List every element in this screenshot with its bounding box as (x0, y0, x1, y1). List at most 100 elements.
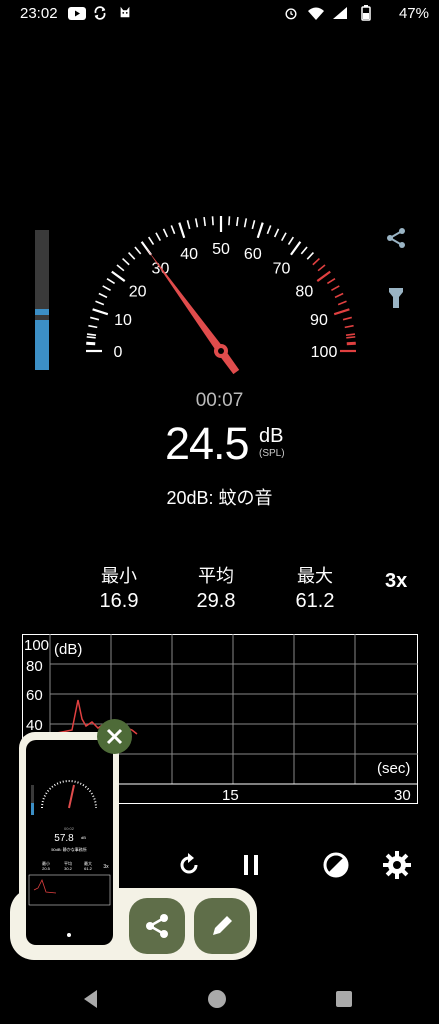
back-icon[interactable] (80, 988, 102, 1010)
gauge-label-80: 80 (295, 283, 313, 300)
gauge-tick (170, 225, 176, 235)
gauge-tick (186, 220, 191, 230)
stat-max-label: 最大 (297, 566, 333, 586)
gauge-tick (116, 264, 125, 272)
sync-app-icon (94, 6, 106, 20)
gauge-tick (337, 300, 347, 306)
y-unit-label: (dB) (54, 641, 82, 658)
stat-min-label: 最小 (101, 566, 137, 586)
thumbnail-preview: 00:02 57.8 dB 50dB: 静かな事務所 最小 20.5 平均 30… (28, 780, 111, 937)
thumbnail-screen[interactable]: 00:02 57.8 dB 50dB: 静かな事務所 最小 20.5 平均 30… (26, 740, 113, 945)
share-icon (146, 914, 168, 938)
gauge-tick (134, 246, 142, 255)
battery-percentage: 47% (398, 5, 429, 22)
gauge-tick (211, 216, 214, 226)
stat-max-value: 61.2 (295, 590, 335, 612)
x-unit-label: (sec) (377, 760, 410, 777)
stat-max: 最大 61.2 (270, 562, 360, 613)
gauge-tick (290, 241, 302, 256)
stat-avg-label: 平均 (198, 566, 234, 586)
gauge-tick (235, 216, 239, 227)
thumb-unit: dB (81, 835, 86, 840)
pause-icon[interactable] (236, 850, 266, 880)
close-icon (106, 728, 123, 745)
gauge-tick (147, 236, 155, 246)
db-unit: dB (259, 425, 284, 447)
gauge-label-60: 60 (244, 246, 262, 263)
gauge-tick (331, 285, 340, 292)
gauge-tick (90, 316, 100, 321)
youtube-icon (68, 7, 86, 20)
x-tick-15: 15 (222, 787, 239, 804)
recents-icon[interactable] (334, 989, 354, 1009)
thumb-min-value: 20.5 (42, 866, 51, 871)
home-icon[interactable] (206, 988, 228, 1010)
gauge-tick (122, 258, 130, 266)
speed-toggle[interactable]: 3x (385, 570, 407, 593)
gauge-tick (86, 336, 96, 339)
edit-screenshot-button[interactable] (194, 898, 250, 954)
theme-icon[interactable] (321, 850, 351, 880)
gauge-tick (228, 216, 231, 226)
gauge-tick (326, 277, 336, 285)
flashlight-icon[interactable] (388, 287, 404, 309)
gauge-label-70: 70 (273, 261, 291, 278)
close-thumbnail-button[interactable] (97, 719, 132, 754)
status-bar: 23:02 47% (0, 0, 439, 30)
y-tick-60: 60 (26, 687, 43, 704)
noise-description: 20dB: 蚊の音 (166, 488, 273, 508)
gauge-tick (128, 252, 136, 260)
gauge-tick (98, 292, 108, 299)
settings-icon[interactable] (382, 850, 412, 880)
gauge-label-100: 100 (311, 344, 338, 361)
status-time: 23:02 (20, 5, 58, 22)
gauge-tick (111, 270, 126, 282)
gauge-tick (102, 285, 111, 292)
stat-avg-value: 29.8 (196, 590, 236, 612)
gauge-tick (300, 246, 308, 255)
thumb-value: 57.8 (54, 833, 74, 844)
stat-min: 最小 16.9 (74, 562, 164, 613)
share-icon[interactable] (384, 226, 408, 250)
x-tick-30: 30 (394, 787, 411, 804)
gauge-tick (342, 316, 352, 321)
mascot-icon (120, 6, 130, 18)
signal-icon (333, 7, 347, 19)
pencil-icon (213, 916, 232, 935)
gauge-tick (316, 270, 331, 282)
stat-min-value: 16.9 (99, 590, 139, 612)
gauge-tick (88, 324, 98, 329)
gauge-label-10: 10 (114, 312, 132, 329)
gauge-tick (251, 220, 256, 230)
gauge-tick (194, 218, 199, 228)
gauge-tick (333, 308, 350, 316)
gauge-tick (273, 228, 280, 238)
level-peak-marker (35, 309, 49, 315)
gauge-tick (345, 333, 356, 337)
gauge-tick (106, 277, 116, 285)
gauge-tick (312, 258, 320, 266)
gauge-tick (203, 216, 207, 227)
gauge-tick (346, 336, 356, 339)
navigation-bar (0, 980, 439, 1024)
alarm-icon (285, 8, 297, 20)
gauge-tick (287, 236, 295, 246)
thumb-time: 00:02 (64, 826, 75, 831)
spl-label: (SPL) (259, 448, 285, 459)
gauge-tick (95, 300, 105, 306)
gauge-tick (266, 225, 272, 235)
gauge-tick (243, 218, 248, 228)
stat-avg: 平均 29.8 (171, 562, 261, 613)
thumb-desc: 50dB: 静かな事務所 (51, 846, 87, 852)
gauge-label-40: 40 (180, 246, 198, 263)
share-screenshot-button[interactable] (129, 898, 185, 954)
y-tick-100: 100 (24, 637, 49, 654)
gauge-label-50: 50 (212, 241, 230, 258)
gauge-tick (306, 252, 314, 260)
thumb-avg-value: 30.2 (64, 866, 73, 871)
y-tick-80: 80 (26, 658, 43, 675)
gauge-tick (344, 324, 354, 329)
reset-icon[interactable] (174, 850, 204, 880)
gauge-tick (317, 264, 326, 272)
gauge-tick (155, 232, 162, 241)
